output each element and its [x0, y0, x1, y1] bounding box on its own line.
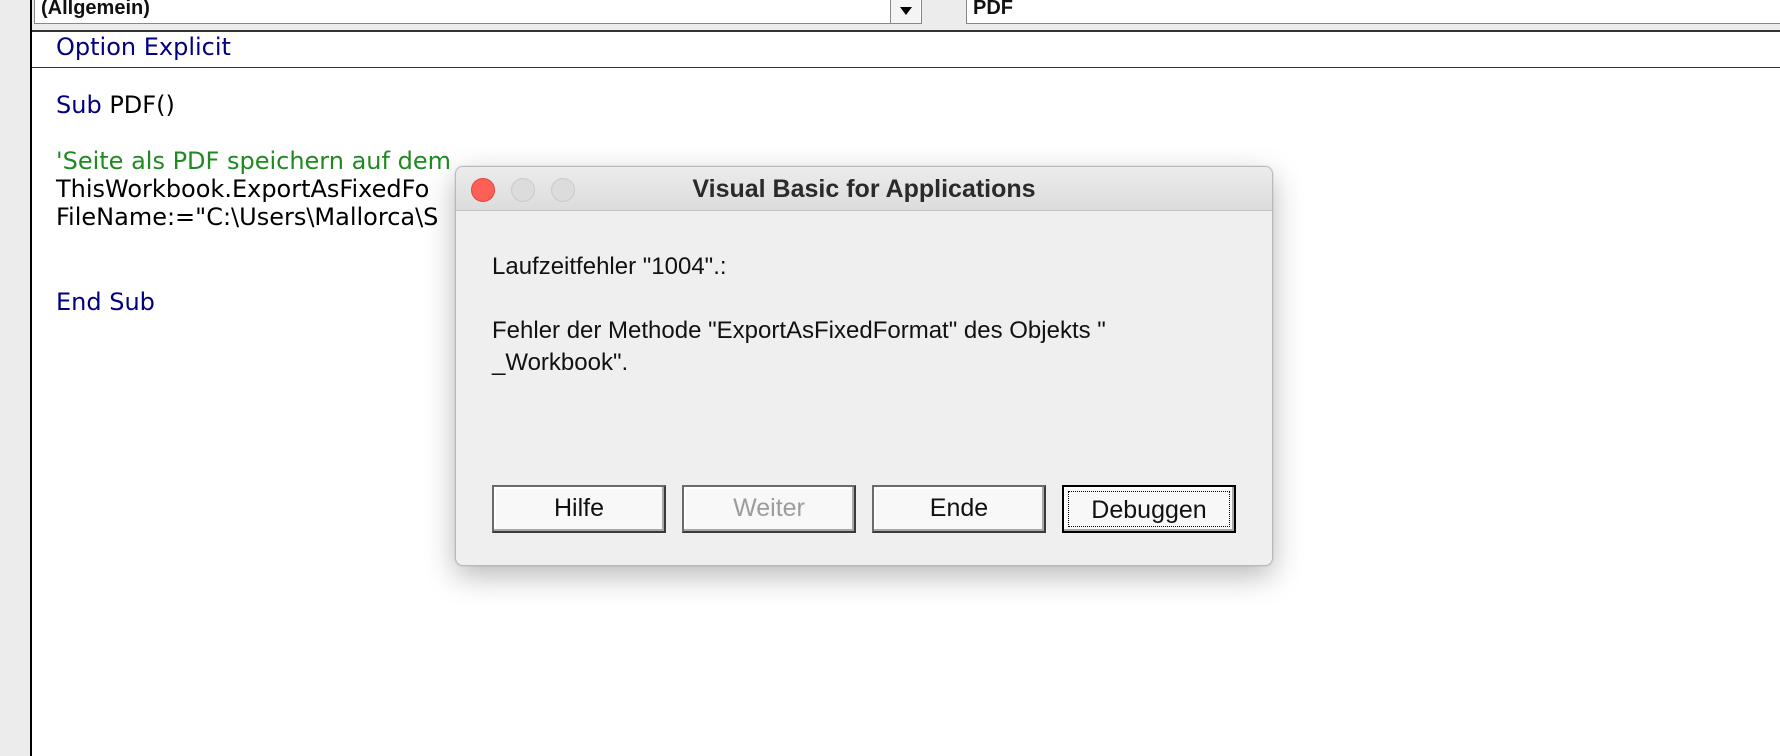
- declarations-section: Option Explicit: [32, 32, 1780, 68]
- option-explicit-line: Option Explicit: [56, 33, 231, 61]
- error-code-text: Laufzeitfehler "1004".:: [492, 253, 727, 280]
- filename-code-line: FileName:="C:\Users\Mallorca\S: [56, 203, 439, 231]
- comment-line: 'Seite als PDF speichern auf dem: [56, 147, 451, 175]
- error-message-line-1: Fehler der Methode "ExportAsFixedFormat"…: [492, 317, 1106, 344]
- debug-button[interactable]: Debuggen: [1062, 485, 1236, 533]
- runtime-error-dialog: Visual Basic for Applications Laufzeitfe…: [455, 166, 1273, 566]
- dialog-titlebar[interactable]: Visual Basic for Applications: [456, 167, 1272, 211]
- debug-button-label: Debuggen: [1068, 491, 1230, 527]
- chevron-down-icon[interactable]: [890, 0, 920, 23]
- end-button[interactable]: Ende: [872, 485, 1046, 533]
- dialog-title: Visual Basic for Applications: [692, 175, 1036, 203]
- margin-indicator-bar[interactable]: [0, 0, 32, 756]
- object-dropdown[interactable]: (Allgemein): [34, 0, 922, 24]
- end-sub-line: End Sub: [56, 288, 155, 316]
- sub-name: PDF(): [101, 91, 175, 119]
- help-button[interactable]: Hilfe: [492, 485, 666, 533]
- code-window-header: (Allgemein) PDF: [0, 0, 1780, 32]
- continue-button[interactable]: Weiter: [682, 485, 856, 533]
- vba-editor-window: (Allgemein) PDF Option Explicit Sub PDF(…: [0, 0, 1780, 756]
- error-message-line-2: _Workbook".: [492, 349, 629, 376]
- sub-declaration-line: Sub PDF(): [56, 90, 175, 120]
- export-code-line: ThisWorkbook.ExportAsFixedFo: [56, 175, 430, 203]
- sub-keyword: Sub: [56, 91, 102, 119]
- procedure-dropdown[interactable]: PDF: [966, 0, 1780, 24]
